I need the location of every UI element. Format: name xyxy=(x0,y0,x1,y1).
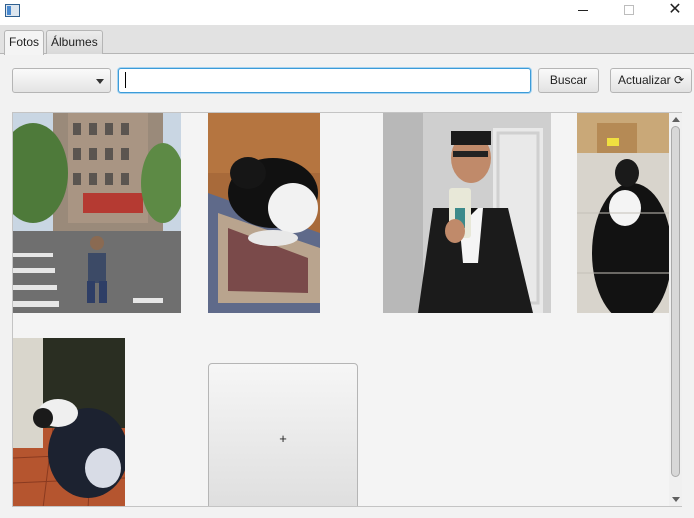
filter-combo[interactable] xyxy=(12,68,111,93)
title-bar: ✕ xyxy=(0,0,694,25)
gallery-scrollbar[interactable] xyxy=(669,113,682,506)
minimize-icon[interactable] xyxy=(560,0,606,22)
photo-thumbnail[interactable] xyxy=(208,113,320,313)
photo-thumbnail[interactable] xyxy=(577,113,670,313)
search-input[interactable] xyxy=(118,68,531,93)
photo-gallery: + xyxy=(12,112,682,507)
refresh-button[interactable]: Actualizar ⟳ xyxy=(610,68,692,93)
scroll-down-icon[interactable] xyxy=(672,497,680,502)
tab-fotos[interactable]: Fotos xyxy=(4,30,44,55)
search-button[interactable]: Buscar xyxy=(538,68,599,93)
maximize-icon[interactable] xyxy=(606,0,652,22)
tab-albumes[interactable]: Álbumes xyxy=(46,30,103,54)
add-photo-button[interactable]: + xyxy=(208,363,358,506)
photo-thumbnail[interactable] xyxy=(13,113,181,313)
photo-thumbnail[interactable] xyxy=(383,113,551,313)
text-cursor xyxy=(125,72,126,88)
close-icon[interactable]: ✕ xyxy=(652,0,694,22)
photo-thumbnail[interactable] xyxy=(13,338,125,506)
tab-bar: Fotos Álbumes xyxy=(0,25,694,55)
scroll-up-icon[interactable] xyxy=(672,117,680,122)
app-icon xyxy=(5,4,20,17)
scrollbar-thumb[interactable] xyxy=(671,126,680,477)
toolbar: Buscar Actualizar ⟳ xyxy=(0,55,694,110)
chevron-down-icon xyxy=(96,79,104,84)
